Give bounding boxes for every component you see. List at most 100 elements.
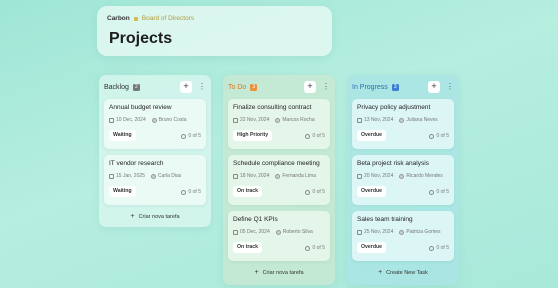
task-card[interactable]: Beta project risk analysis 20 Nov, 2024 … bbox=[352, 155, 454, 205]
card-title: Sales team training bbox=[357, 216, 413, 223]
card-progress: 0 of 5 bbox=[181, 133, 201, 139]
card-meta: 15 Jan, 2025 Carla Dias bbox=[109, 173, 201, 179]
plus-icon: + bbox=[431, 81, 437, 91]
clock-icon bbox=[181, 133, 187, 139]
card-title: Privacy policy adjustment bbox=[357, 104, 431, 111]
clock-icon bbox=[305, 189, 311, 195]
card-title: Finalize consulting contract bbox=[233, 104, 312, 111]
card-meta: 05 Dec, 2024 Roberto Silva bbox=[233, 229, 325, 235]
column-backlog: Backlog 2 + ⋮ Annual budget review 10 De… bbox=[99, 75, 211, 227]
avatar-icon bbox=[275, 229, 281, 235]
card-date: 10 Dec, 2024 bbox=[116, 117, 146, 123]
task-card[interactable]: Finalize consulting contract 22 Nov, 202… bbox=[228, 99, 330, 149]
task-card[interactable]: Privacy policy adjustment 13 Nov, 2024 J… bbox=[352, 99, 454, 149]
new-task-label: Criar nova tarefa bbox=[262, 270, 304, 276]
avatar-icon bbox=[399, 229, 405, 235]
card-progress-text: 0 of 5 bbox=[312, 133, 325, 139]
add-card-button[interactable]: + bbox=[180, 81, 192, 93]
card-meta: 20 Nov, 2024 Ricardo Mendes bbox=[357, 173, 449, 179]
page-header: Carbon Board of Directors Projects bbox=[97, 6, 332, 56]
card-assignee: Juliana Neves bbox=[406, 117, 438, 123]
card-progress: 0 of 5 bbox=[305, 245, 325, 251]
status-badge: Waiting bbox=[109, 186, 136, 197]
add-card-button[interactable]: + bbox=[304, 81, 316, 93]
column-more-button[interactable]: ⋮ bbox=[198, 81, 206, 93]
calendar-icon bbox=[233, 173, 238, 179]
column-count-badge: 3 bbox=[391, 83, 399, 91]
card-date: 13 Nov, 2024 bbox=[364, 117, 394, 123]
card-date: 18 Nov, 2024 bbox=[240, 173, 270, 179]
card-title: Schedule compliance meeting bbox=[233, 160, 320, 167]
column-count-badge: 3 bbox=[250, 83, 258, 91]
avatar-icon bbox=[151, 117, 157, 123]
new-task-button[interactable]: + Criar nova tarefa bbox=[228, 268, 330, 278]
column-todo: To Do 3 + ⋮ Finalize consulting contract… bbox=[223, 75, 335, 285]
card-date: 15 Jan, 2025 bbox=[116, 173, 145, 179]
card-progress-text: 0 of 5 bbox=[188, 133, 201, 139]
column-more-button[interactable]: ⋮ bbox=[322, 81, 330, 93]
more-vertical-icon: ⋮ bbox=[446, 82, 454, 91]
add-card-button[interactable]: + bbox=[428, 81, 440, 93]
card-progress-text: 0 of 5 bbox=[312, 189, 325, 195]
card-assignee: Bruno Costa bbox=[158, 117, 187, 123]
card-title: Define Q1 KPIs bbox=[233, 216, 278, 223]
task-card[interactable]: Define Q1 KPIs 05 Dec, 2024 Roberto Silv… bbox=[228, 211, 330, 261]
card-assignee: Fernanda Lima bbox=[282, 173, 317, 179]
card-date: 22 Nov, 2024 bbox=[240, 117, 270, 123]
task-card[interactable]: Schedule compliance meeting 18 Nov, 2024… bbox=[228, 155, 330, 205]
card-meta: 13 Nov, 2024 Juliana Neves bbox=[357, 117, 449, 123]
card-date: 05 Dec, 2024 bbox=[240, 229, 270, 235]
card-assignee: Ricardo Mendes bbox=[406, 173, 443, 179]
new-task-button[interactable]: + Create New Task bbox=[352, 268, 454, 278]
avatar-icon bbox=[399, 173, 405, 179]
clock-icon bbox=[429, 189, 435, 195]
card-meta: 18 Nov, 2024 Fernanda Lima bbox=[233, 173, 325, 179]
breadcrumb-app[interactable]: Carbon bbox=[107, 15, 130, 22]
card-progress-text: 0 of 5 bbox=[436, 133, 449, 139]
card-progress: 0 of 5 bbox=[305, 133, 325, 139]
card-progress: 0 of 5 bbox=[429, 133, 449, 139]
card-meta: 25 Nov, 2024 Patricia Gomes bbox=[357, 229, 449, 235]
breadcrumb-board[interactable]: Board of Directors bbox=[142, 15, 194, 22]
column-in-progress: In Progress 3 + ⋮ Privacy policy adjustm… bbox=[347, 75, 459, 285]
task-card[interactable]: IT vendor research 15 Jan, 2025 Carla Di… bbox=[104, 155, 206, 205]
clock-icon bbox=[305, 245, 311, 251]
column-more-button[interactable]: ⋮ bbox=[446, 81, 454, 93]
card-progress-text: 0 of 5 bbox=[312, 245, 325, 251]
calendar-icon bbox=[357, 229, 362, 235]
task-card[interactable]: Sales team training 25 Nov, 2024 Patrici… bbox=[352, 211, 454, 261]
card-assignee: Marcos Rocha bbox=[282, 117, 315, 123]
new-task-button[interactable]: + Criar nova tarefa bbox=[104, 212, 206, 222]
card-progress-text: 0 of 5 bbox=[188, 189, 201, 195]
status-badge: On track bbox=[233, 186, 263, 197]
task-card[interactable]: Annual budget review 10 Dec, 2024 Bruno … bbox=[104, 99, 206, 149]
column-title: To Do bbox=[228, 83, 247, 91]
card-meta: 10 Dec, 2024 Bruno Costa bbox=[109, 117, 201, 123]
status-badge: High Priority bbox=[233, 130, 273, 141]
column-title: Backlog bbox=[104, 83, 129, 91]
column-header: Backlog 2 + ⋮ bbox=[104, 81, 206, 93]
card-progress-text: 0 of 5 bbox=[436, 189, 449, 195]
card-assignee: Roberto Silva bbox=[282, 229, 313, 235]
column-title: In Progress bbox=[352, 83, 388, 91]
more-vertical-icon: ⋮ bbox=[322, 82, 330, 91]
clock-icon bbox=[429, 133, 435, 139]
avatar-icon bbox=[399, 117, 405, 123]
calendar-icon bbox=[233, 229, 238, 235]
card-date: 20 Nov, 2024 bbox=[364, 173, 394, 179]
card-progress: 0 of 5 bbox=[429, 245, 449, 251]
status-badge: Overdue bbox=[357, 186, 387, 197]
card-progress-text: 0 of 5 bbox=[436, 245, 449, 251]
plus-icon: + bbox=[307, 81, 313, 91]
card-progress: 0 of 5 bbox=[305, 189, 325, 195]
plus-icon: + bbox=[254, 269, 259, 276]
calendar-icon bbox=[233, 117, 238, 123]
status-badge: Waiting bbox=[109, 130, 136, 141]
plus-icon: + bbox=[130, 213, 135, 220]
new-task-label: Create New Task bbox=[386, 270, 428, 276]
avatar-icon bbox=[275, 173, 281, 179]
avatar-icon bbox=[275, 117, 281, 123]
calendar-icon bbox=[357, 173, 362, 179]
calendar-icon bbox=[109, 173, 114, 179]
plus-icon: + bbox=[183, 81, 189, 91]
